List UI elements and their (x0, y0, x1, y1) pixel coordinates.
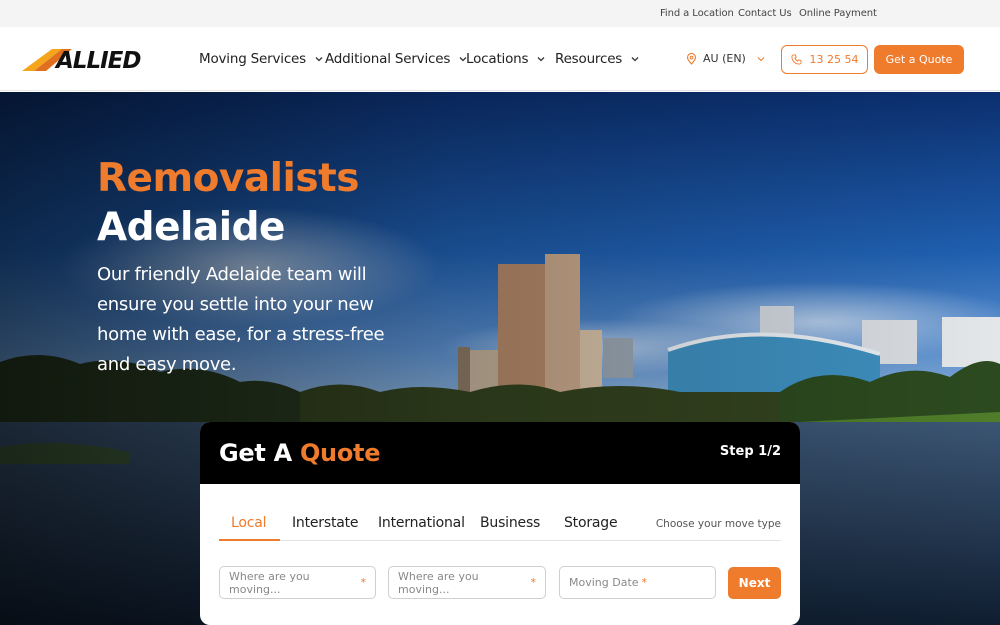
step-indicator: Step 1/2 (719, 444, 781, 459)
hero-description: Our friendly Adelaide team will ensure y… (97, 264, 385, 375)
tab-international[interactable]: International (378, 515, 465, 531)
locale-label: AU (EN) (703, 52, 746, 65)
moving-from-input[interactable]: Where are you moving... * (219, 566, 376, 599)
active-tab-underline (219, 539, 280, 541)
online-payment-link[interactable]: Online Payment (799, 8, 877, 19)
hero-title-orange: Removalists (97, 156, 359, 201)
move-type-hint: Choose your move type (655, 518, 781, 530)
quote-card-header: Get A Quote Step 1/2 (200, 422, 800, 484)
nav-resources[interactable]: Resources (555, 51, 640, 67)
tab-business[interactable]: Business (480, 515, 540, 531)
find-location-link[interactable]: Find a Location (660, 8, 734, 19)
required-marker: * (360, 576, 367, 589)
required-marker: * (530, 576, 537, 589)
move-type-tabs: Local Interstate International Business … (219, 510, 781, 541)
nav-moving-services[interactable]: Moving Services (199, 51, 324, 67)
nav-additional-services[interactable]: Additional Services (325, 51, 468, 67)
field-placeholder: Moving Date (569, 576, 639, 589)
chevron-down-icon (537, 57, 545, 62)
moving-date-input[interactable]: Moving Date * (559, 566, 716, 599)
chevron-down-icon (631, 57, 639, 62)
chevron-down-icon (315, 57, 323, 62)
utility-bar: Find a Location Contact Us Online Paymen… (0, 0, 1000, 27)
tab-interstate[interactable]: Interstate (292, 515, 359, 531)
field-placeholder: Where are you moving... (398, 569, 479, 596)
nav-label: Locations (466, 51, 529, 67)
quote-form-card: Get A Quote Step 1/2 Local Interstate In… (200, 422, 800, 625)
required-marker: * (641, 576, 648, 589)
svg-text:ALLIED: ALLIED (54, 48, 141, 74)
quote-card-title: Get A Quote (219, 439, 380, 467)
nav-locations[interactable]: Locations (466, 51, 546, 67)
main-header: ALLIED Moving Services Additional Servic… (0, 27, 1000, 91)
quote-title-prefix: Get A (219, 439, 292, 467)
tab-storage[interactable]: Storage (564, 515, 618, 531)
next-button[interactable]: Next (728, 567, 781, 599)
tab-local[interactable]: Local (231, 515, 266, 531)
chevron-down-icon (757, 56, 765, 61)
contact-us-link[interactable]: Contact Us (738, 8, 792, 19)
quote-title-accent: Quote (299, 439, 381, 467)
phone-number: 13 25 54 (809, 53, 859, 66)
locale-selector[interactable]: AU (EN) (686, 52, 766, 65)
nav-label: Additional Services (325, 51, 451, 67)
nav-label: Moving Services (199, 51, 306, 67)
get-a-quote-button[interactable]: Get a Quote (874, 45, 964, 74)
location-pin-icon (686, 52, 697, 65)
phone-icon (790, 54, 802, 65)
hero-title-white: Adelaide (97, 205, 285, 250)
moving-to-input[interactable]: Where are you moving... * (388, 566, 546, 599)
field-placeholder: Where are you moving... (229, 569, 310, 596)
nav-label: Resources (555, 51, 623, 67)
phone-button[interactable]: 13 25 54 (781, 45, 868, 74)
allied-logo[interactable]: ALLIED (22, 44, 160, 74)
